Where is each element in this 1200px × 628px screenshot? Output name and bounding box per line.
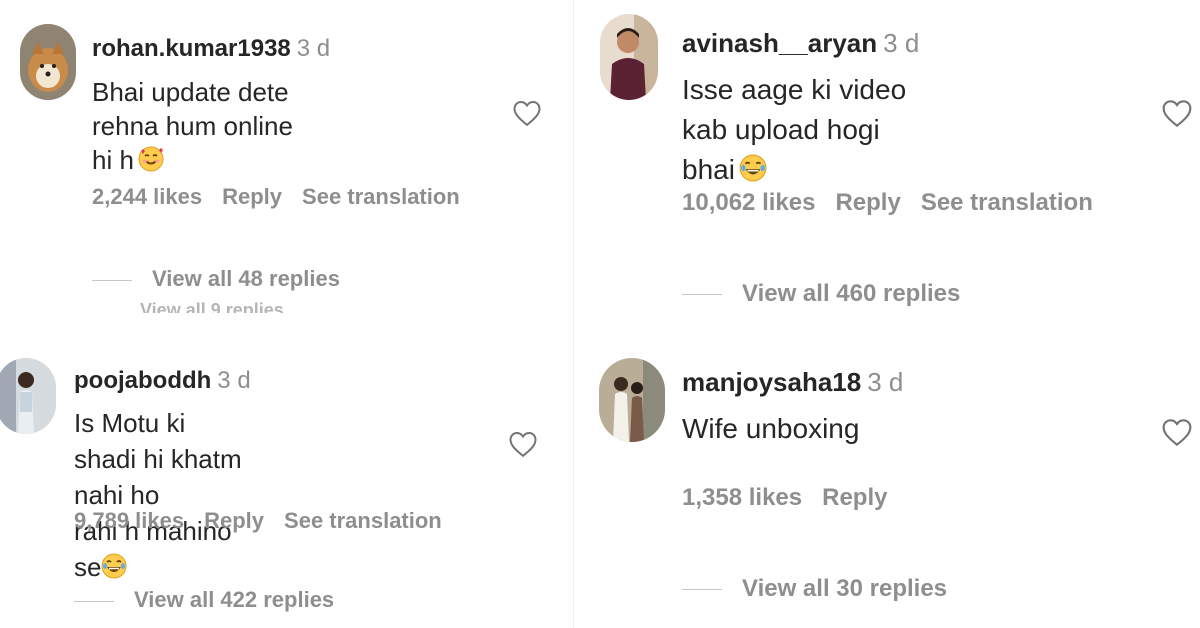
person-avatar-image <box>600 14 658 100</box>
dog-avatar-image <box>20 24 76 100</box>
reply-button[interactable]: Reply <box>822 484 887 511</box>
comment-text-line: Isse aage ki video kab upload hogi <box>682 74 907 145</box>
comment-text-line: Is Motu ki shadi hi khatm nahi ho <box>74 408 242 510</box>
timestamp[interactable]: 3 d <box>883 28 919 58</box>
comment-actions: 1,358 likes Reply <box>682 484 907 512</box>
comment-text-line: hi h <box>92 145 134 175</box>
comment-text-line: Bhai update dete rehna hum online <box>92 77 293 141</box>
username[interactable]: manjoysaha18 <box>682 367 861 397</box>
likes-count[interactable]: 9,789 likes <box>74 508 184 533</box>
see-translation-button[interactable]: See translation <box>921 189 1093 216</box>
like-heart-icon[interactable] <box>1161 417 1193 452</box>
likes-count[interactable]: 2,244 likes <box>92 184 202 209</box>
view-replies-label: View all 48 replies <box>152 266 340 291</box>
timestamp[interactable]: 3 d <box>297 35 330 62</box>
see-translation-button[interactable]: See translation <box>302 184 460 209</box>
face-with-tears-of-joy-icon <box>739 153 767 193</box>
clipped-replies-text: View all 9 replies <box>140 300 284 313</box>
comment-header: poojaboddh 3 d <box>74 369 251 393</box>
view-replies-button[interactable]: View all 460 replies <box>682 280 960 308</box>
smiling-face-with-hearts-icon <box>138 146 164 180</box>
comment-header: rohan.kumar1938 3 d <box>92 37 330 61</box>
comment-actions: 10,062 likes Reply See translation <box>682 189 1113 217</box>
likes-count[interactable]: 1,358 likes <box>682 484 802 511</box>
comments-screenshot: rohan.kumar1938 3 d Bhai update dete rehn… <box>0 0 1200 628</box>
view-replies-button[interactable]: View all 422 replies <box>74 587 334 613</box>
replies-divider <box>682 294 722 296</box>
avatar[interactable] <box>599 358 665 442</box>
likes-count[interactable]: 10,062 likes <box>682 189 815 216</box>
reply-button[interactable]: Reply <box>835 189 900 216</box>
reply-button[interactable]: Reply <box>222 184 282 209</box>
comment-text: Is Motu ki shadi hi khatm nahi ho rahi h… <box>74 405 251 588</box>
comment-text-line: Wife unboxing <box>682 413 860 444</box>
replies-divider <box>682 589 722 591</box>
view-replies-label: View all 422 replies <box>134 587 335 612</box>
see-translation-button[interactable]: See translation <box>284 508 442 533</box>
timestamp[interactable]: 3 d <box>217 367 250 394</box>
avatar[interactable] <box>600 14 658 100</box>
avatar[interactable] <box>0 358 56 434</box>
comment-actions: 9,789 likes Reply See translation <box>74 508 462 534</box>
avatar[interactable] <box>20 24 76 100</box>
timestamp[interactable]: 3 d <box>867 367 903 397</box>
view-replies-label: View all 30 replies <box>742 575 948 602</box>
comment-header: avinash__aryan 3 d <box>682 30 919 56</box>
replies-divider <box>74 600 114 602</box>
comment-text: Wife unboxing <box>682 409 903 449</box>
view-replies-label: View all 460 replies <box>742 280 961 307</box>
comment-header: manjoysaha18 3 d <box>682 369 903 395</box>
comment-text: Bhai update dete rehna hum online hi h <box>92 75 330 180</box>
comment-text-line: bhai <box>682 154 735 185</box>
like-heart-icon[interactable] <box>1161 98 1193 133</box>
comment-text: Isse aage ki video kab upload hogi bhai <box>682 70 919 193</box>
face-with-tears-of-joy-icon <box>101 552 127 588</box>
like-heart-icon[interactable] <box>508 430 538 463</box>
reply-button[interactable]: Reply <box>204 508 264 533</box>
comment-actions: 2,244 likes Reply See translation <box>92 184 480 210</box>
panel-divider <box>573 0 574 628</box>
view-replies-button[interactable]: View all 48 replies <box>92 266 340 292</box>
like-heart-icon[interactable] <box>512 99 542 132</box>
replies-divider <box>92 279 132 281</box>
view-replies-button[interactable]: View all 30 replies <box>682 575 947 603</box>
username[interactable]: avinash__aryan <box>682 28 877 58</box>
username[interactable]: rohan.kumar1938 <box>92 35 291 62</box>
username[interactable]: poojaboddh <box>74 367 211 394</box>
couple-avatar-image <box>599 358 665 442</box>
person-avatar-image <box>0 358 56 434</box>
